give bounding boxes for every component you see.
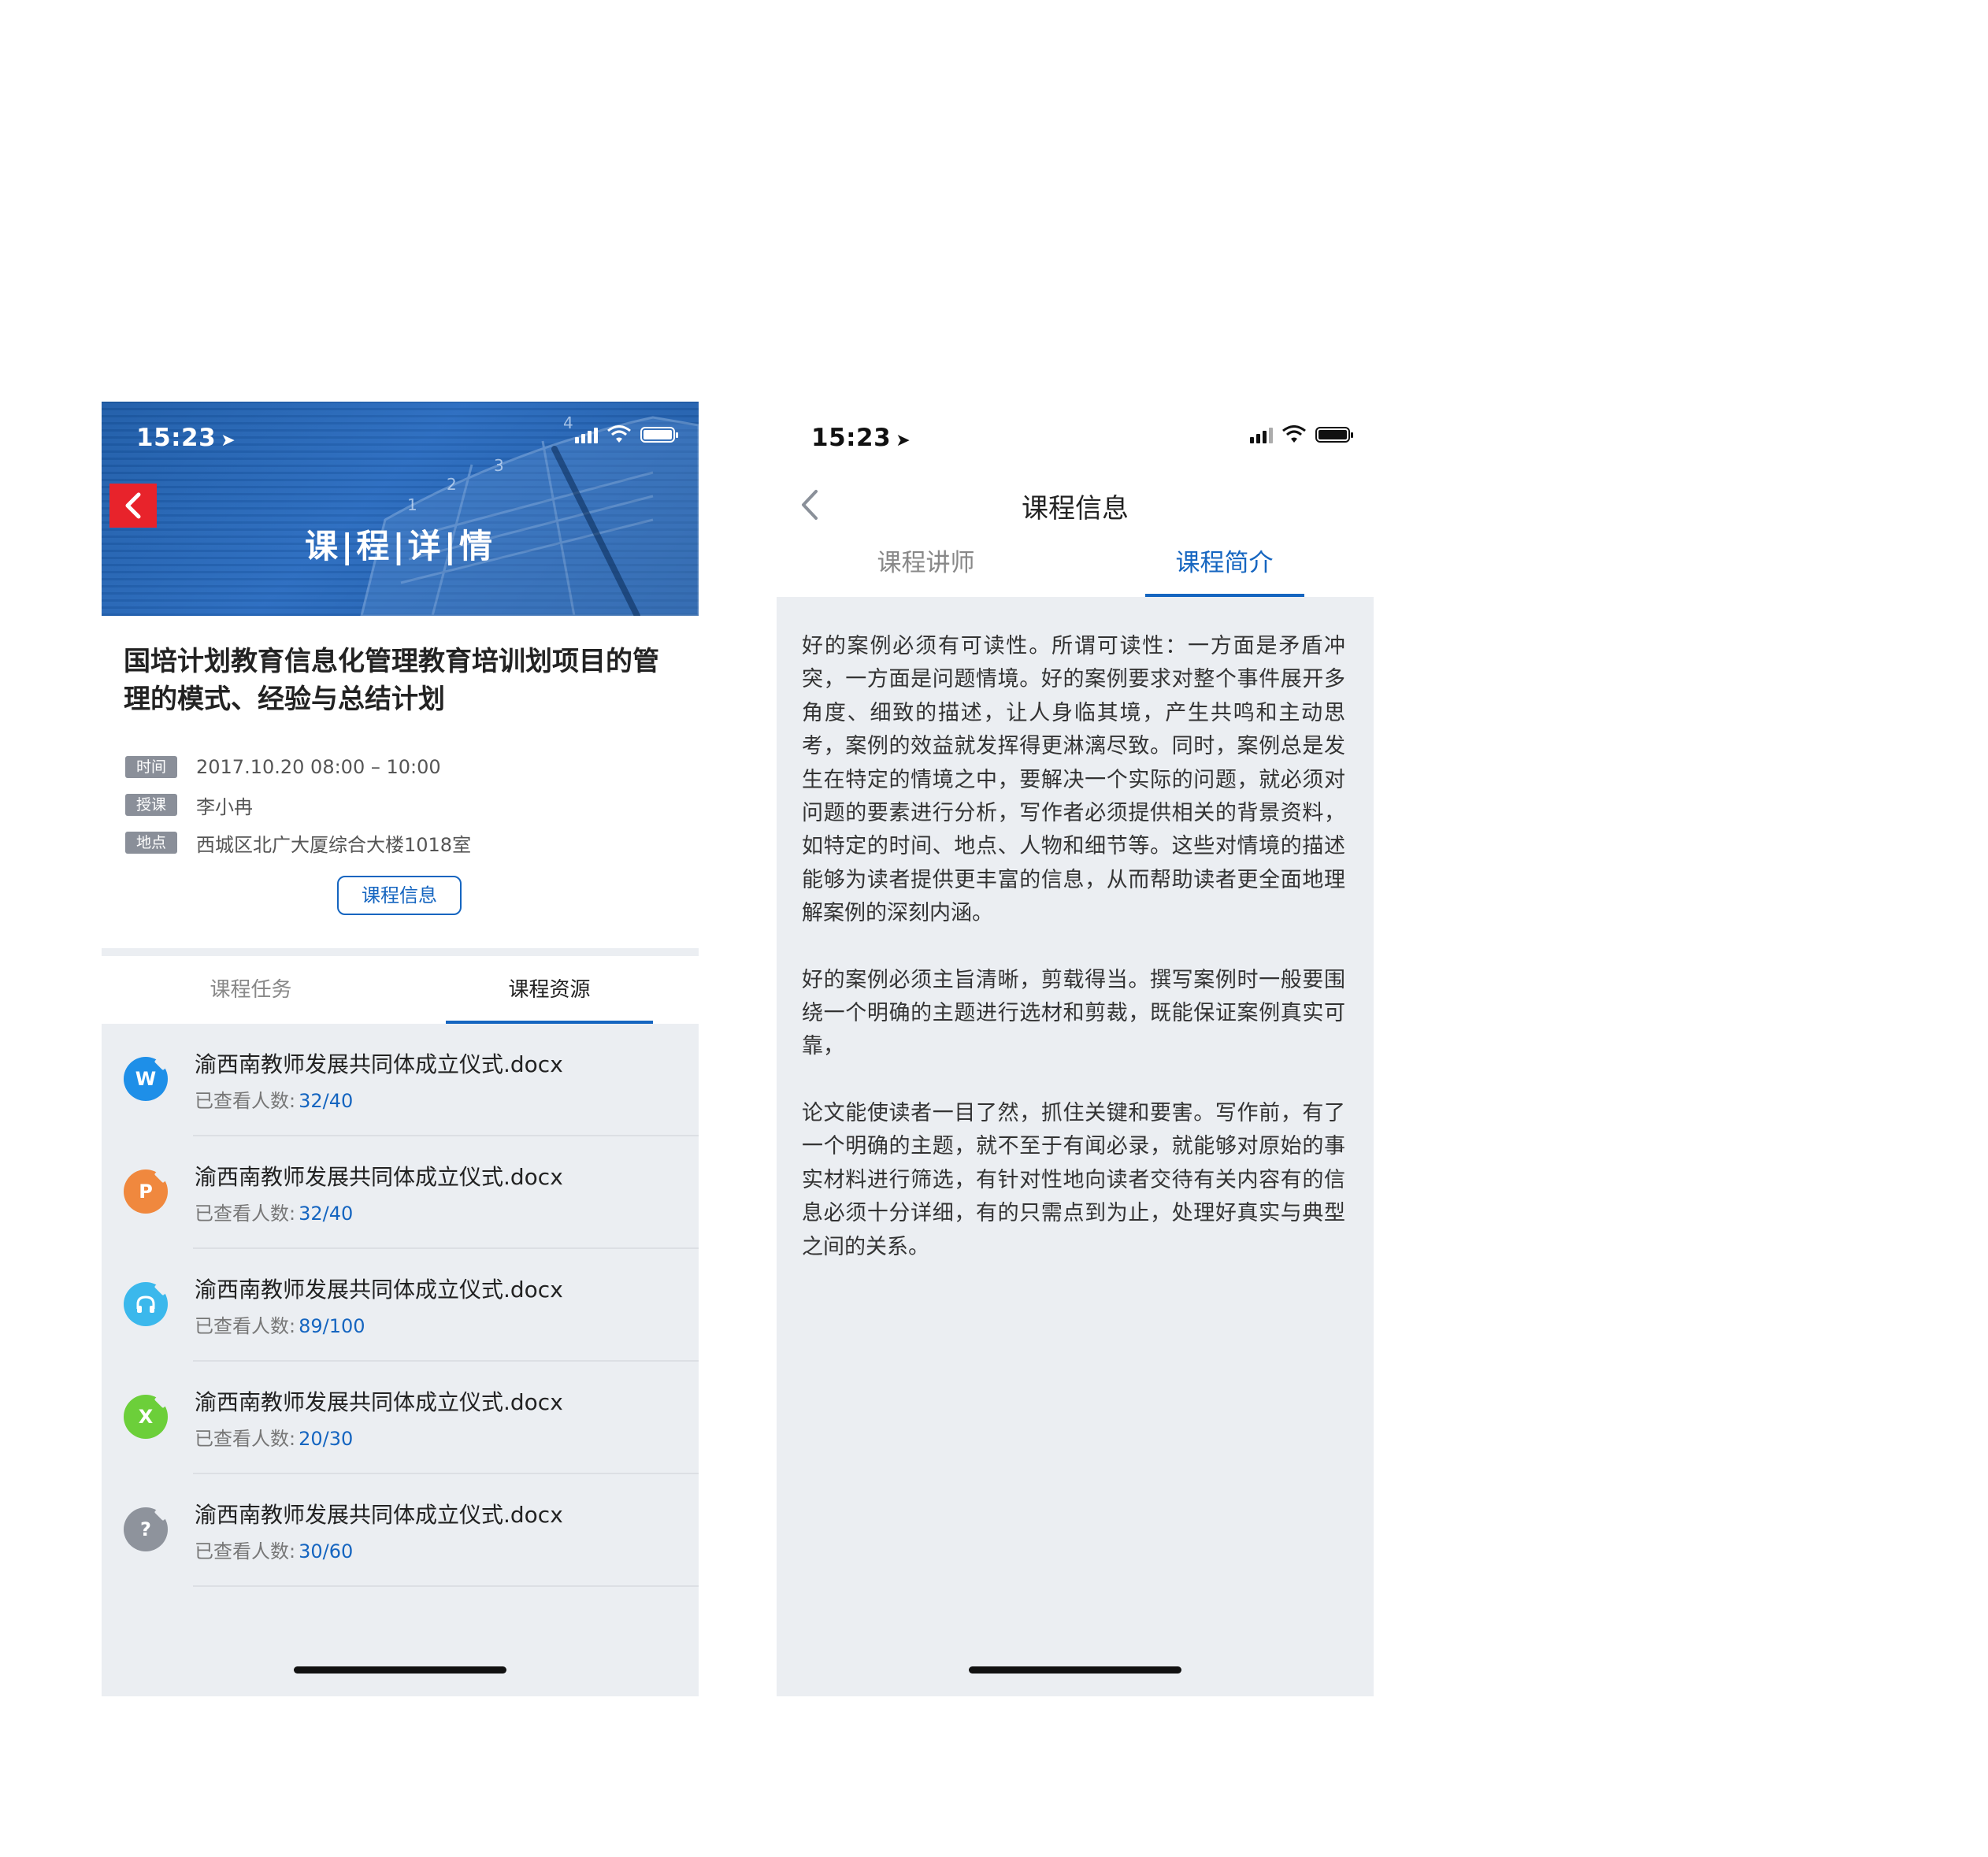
tab-course-intro[interactable]: 课程简介	[1075, 529, 1374, 597]
file-name: 渝西南教师发展共同体成立仪式.docx	[195, 1389, 563, 1415]
meta-location-row: 地点 西城区北广大厦综合大楼1018室	[125, 824, 471, 862]
course-intro-text: 好的案例必须有可读性。所谓可读性：一方面是矛盾冲突，一方面是问题情境。好的案例要…	[802, 630, 1345, 1297]
time-value: 2017.10.20 08:00 – 10:00	[196, 756, 441, 778]
active-tab-indicator	[1145, 594, 1304, 597]
file-name: 渝西南教师发展共同体成立仪式.docx	[195, 1164, 563, 1190]
view-count: 已查看人数: 32/40	[195, 1090, 354, 1112]
location-arrow-icon: ➤	[221, 431, 236, 450]
file-name: 渝西南教师发展共同体成立仪式.docx	[195, 1277, 563, 1303]
svg-text:2: 2	[447, 475, 457, 494]
signal-icon	[575, 426, 598, 443]
chevron-left-icon	[125, 492, 141, 519]
view-count: 已查看人数: 30/60	[195, 1540, 354, 1562]
status-bar: 15:23 ➤	[102, 402, 699, 477]
view-count-value: 20/30	[299, 1428, 354, 1450]
view-count: 已查看人数: 20/30	[195, 1428, 354, 1450]
list-item[interactable]: W 渝西南教师发展共同体成立仪式.docx 已查看人数: 32/40	[102, 1024, 699, 1136]
course-banner: 1234 15:23 ➤ 课|程|详|情	[102, 402, 699, 616]
view-count-value: 30/60	[299, 1540, 354, 1562]
tab-course-lecturer[interactable]: 课程讲师	[777, 529, 1075, 597]
battery-icon	[640, 427, 678, 443]
header: 15:23 ➤ 课程信息 课程讲师 课程简介	[777, 402, 1374, 597]
signal-icon	[1250, 426, 1273, 443]
course-meta: 时间 2017.10.20 08:00 – 10:00 授课 李小冉 地点 西城…	[125, 748, 471, 862]
divider	[193, 1585, 699, 1587]
meta-teacher-row: 授课 李小冉	[125, 786, 471, 824]
status-bar: 15:23 ➤	[777, 402, 1374, 477]
resource-tabs: 课程任务 课程资源	[102, 956, 699, 1024]
word-icon: W	[124, 1057, 168, 1101]
file-name: 渝西南教师发展共同体成立仪式.docx	[195, 1502, 563, 1528]
list-item[interactable]: 渝西南教师发展共同体成立仪式.docx 已查看人数: 89/100	[102, 1249, 699, 1362]
wifi-icon	[607, 425, 631, 443]
ppt-icon: P	[124, 1169, 168, 1214]
file-list: W 渝西南教师发展共同体成立仪式.docx 已查看人数: 32/40 P 渝西南教…	[102, 1024, 699, 1587]
course-info-section: 国培计划教育信息化管理教育培训划项目的管理的模式、经验与总结计划 时间 2017…	[102, 616, 699, 948]
tab-course-tasks[interactable]: 课程任务	[102, 956, 400, 1024]
audio-icon	[124, 1282, 168, 1326]
home-indicator[interactable]	[969, 1666, 1181, 1674]
status-time: 15:23 ➤	[136, 424, 236, 452]
location-tag: 地点	[125, 832, 177, 854]
status-time: 15:23 ➤	[811, 424, 911, 452]
view-count: 已查看人数: 32/40	[195, 1203, 354, 1225]
page-title: 课程信息	[1022, 493, 1129, 524]
wifi-icon	[1282, 425, 1306, 443]
location-value: 西城区北广大厦综合大楼1018室	[196, 833, 472, 856]
intro-paragraph: 好的案例必须有可读性。所谓可读性：一方面是矛盾冲突，一方面是问题情境。好的案例要…	[802, 634, 1345, 926]
course-info-button[interactable]: 课程信息	[337, 876, 462, 915]
list-item[interactable]: X 渝西南教师发展共同体成立仪式.docx 已查看人数: 20/30	[102, 1362, 699, 1474]
view-count: 已查看人数: 89/100	[195, 1315, 365, 1337]
list-item[interactable]: P 渝西南教师发展共同体成立仪式.docx 已查看人数: 32/40	[102, 1136, 699, 1249]
view-count-value: 32/40	[299, 1203, 354, 1225]
headphones-icon	[136, 1295, 155, 1313]
svg-text:1: 1	[407, 495, 417, 514]
home-indicator[interactable]	[294, 1666, 506, 1674]
banner-title: 课|程|详|情	[304, 527, 496, 565]
intro-paragraph: 论文能使读者一目了然，抓住关键和要害。写作前，有了一个明确的主题，就不至于有闻必…	[802, 1100, 1345, 1259]
location-arrow-icon: ➤	[896, 431, 911, 450]
teacher-value: 李小冉	[196, 795, 253, 818]
meta-time-row: 时间 2017.10.20 08:00 – 10:00	[125, 748, 471, 786]
list-item[interactable]: ? 渝西南教师发展共同体成立仪式.docx 已查看人数: 30/60	[102, 1474, 699, 1587]
view-count-value: 32/40	[299, 1090, 354, 1112]
course-detail-screen: 1234 15:23 ➤ 课|程|详|情 国培计划教育信息化管理教育培训划项目的管…	[102, 402, 699, 1696]
intro-paragraph: 好的案例必须主旨清晰，剪载得当。撰写案例时一般要围绕一个明确的主题进行选材和剪裁…	[802, 967, 1345, 1059]
battery-icon	[1315, 427, 1353, 443]
unknown-file-icon: ?	[124, 1507, 168, 1551]
teacher-tag: 授课	[125, 794, 177, 816]
course-title: 国培计划教育信息化管理教育培训划项目的管理的模式、经验与总结计划	[124, 646, 659, 715]
tab-course-resources[interactable]: 课程资源	[400, 956, 699, 1024]
view-count-value: 89/100	[299, 1315, 365, 1337]
course-info-screen: 15:23 ➤ 课程信息 课程讲师 课程简介 好的案例必须有可读性。所谓可读性：一…	[777, 402, 1374, 1696]
file-name: 渝西南教师发展共同体成立仪式.docx	[195, 1051, 563, 1077]
excel-icon: X	[124, 1395, 168, 1439]
time-tag: 时间	[125, 756, 177, 778]
